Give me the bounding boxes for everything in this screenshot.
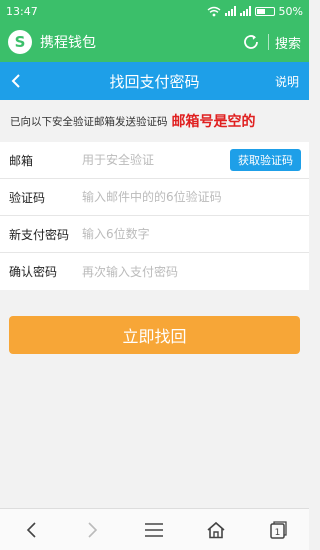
app-bar-divider bbox=[267, 34, 269, 50]
new-password-row: 新支付密码 bbox=[0, 216, 309, 253]
email-row: 邮箱 获取验证码 bbox=[0, 142, 309, 179]
new-password-label: 新支付密码 bbox=[9, 227, 70, 242]
chevron-left-icon bbox=[11, 74, 20, 88]
email-label: 邮箱 bbox=[9, 153, 34, 168]
battery-level: 50% bbox=[278, 4, 303, 18]
title-bar: 找回支付密码 说明 bbox=[0, 62, 309, 100]
tabs-icon: 1 bbox=[270, 520, 287, 539]
nav-menu-button[interactable] bbox=[134, 510, 174, 550]
nav-home-button[interactable] bbox=[196, 510, 236, 550]
home-icon bbox=[207, 521, 225, 538]
signal-icon bbox=[224, 6, 236, 16]
confirm-password-row: 确认密码 bbox=[0, 253, 309, 290]
email-field[interactable] bbox=[82, 153, 230, 167]
signal-icon bbox=[239, 6, 251, 16]
status-icons: 50% bbox=[207, 5, 303, 18]
confirm-password-label: 确认密码 bbox=[9, 265, 58, 279]
app-logo-icon: S bbox=[8, 30, 32, 54]
tab-count: 1 bbox=[275, 528, 281, 538]
annotation-note: 邮箱号是空的 bbox=[171, 114, 256, 130]
menu-icon bbox=[145, 522, 164, 537]
new-password-field[interactable] bbox=[82, 227, 301, 241]
browser-nav-bar: 1 bbox=[0, 508, 309, 550]
status-time: 13:47 bbox=[6, 4, 38, 18]
search-button[interactable]: 搜索 bbox=[275, 33, 301, 52]
nav-forward-button[interactable] bbox=[73, 510, 113, 550]
recovery-form: 邮箱 获取验证码 验证码 新支付密码 确认密码 bbox=[0, 142, 309, 290]
nav-tabs-button[interactable]: 1 bbox=[258, 510, 298, 550]
hint-message: 已向以下安全验证邮箱发送验证码 bbox=[10, 115, 168, 128]
code-field[interactable] bbox=[82, 190, 301, 204]
code-row: 验证码 bbox=[0, 179, 309, 216]
help-link[interactable]: 说明 bbox=[275, 73, 299, 90]
get-code-button[interactable]: 获取验证码 bbox=[230, 149, 301, 171]
submit-button[interactable]: 立即找回 bbox=[9, 316, 300, 354]
status-bar: 13:47 50% bbox=[0, 0, 309, 22]
app-name: 携程钱包 bbox=[40, 35, 96, 51]
nav-back-button[interactable] bbox=[11, 510, 51, 550]
code-label: 验证码 bbox=[9, 190, 46, 205]
app-bar: S 携程钱包 搜索 bbox=[0, 22, 309, 62]
battery-icon bbox=[254, 6, 275, 16]
chevron-left-icon bbox=[26, 521, 36, 538]
chevron-right-icon bbox=[88, 521, 97, 538]
confirm-password-field[interactable] bbox=[82, 264, 301, 279]
refresh-icon[interactable] bbox=[240, 31, 262, 53]
hint-bar: 已向以下安全验证邮箱发送验证码 邮箱号是空的 bbox=[0, 100, 309, 142]
wifi-icon bbox=[207, 6, 220, 16]
back-button[interactable] bbox=[0, 62, 32, 100]
page-title: 找回支付密码 bbox=[109, 72, 200, 91]
